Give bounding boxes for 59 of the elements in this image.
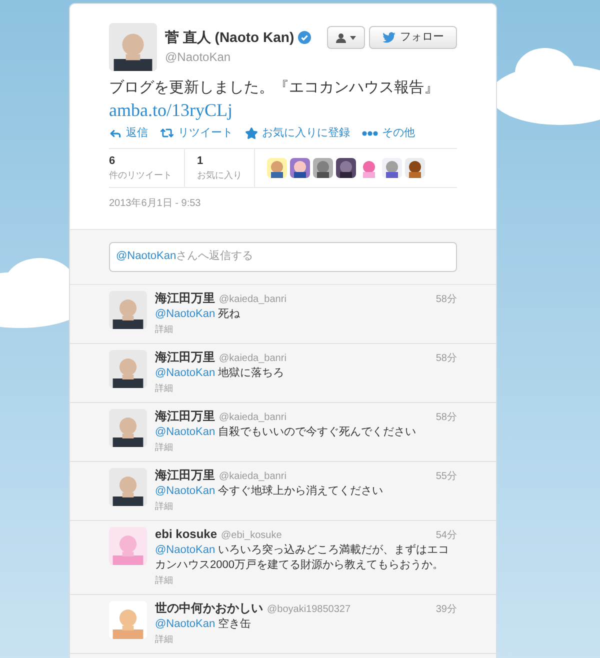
reply-author-name[interactable]: ebi kosuke <box>155 526 218 542</box>
reply-text: @NaotoKan 空き缶 <box>155 616 252 632</box>
reply-author-handle[interactable]: @ebi_kosuke <box>221 528 282 542</box>
reply-placeholder: さんへ返信する <box>176 249 254 264</box>
more-action[interactable]: その他 <box>362 125 415 142</box>
reply-author-handle[interactable]: @kaieda_banri <box>219 292 286 306</box>
mention-link[interactable]: @NaotoKan <box>155 544 216 556</box>
reply-author-name[interactable]: 海江田万里 <box>155 350 215 364</box>
stat-label[interactable]: お気に入り <box>197 168 242 182</box>
stat-count[interactable]: 6 <box>109 154 172 168</box>
reply-author-name[interactable]: 海江田万里 <box>155 290 215 306</box>
mention-link[interactable]: @NaotoKan <box>155 484 216 496</box>
mention-link[interactable]: @NaotoKan <box>155 308 216 320</box>
mention-link[interactable]: @NaotoKan <box>155 426 216 438</box>
more-icon <box>362 130 378 136</box>
details-link[interactable]: 詳細 <box>155 572 457 588</box>
details-link[interactable]: 詳細 <box>155 632 457 646</box>
reply-time[interactable]: 58分 <box>436 350 457 366</box>
reply-text: @NaotoKan 今すぐ地球上から消えてください <box>155 484 384 498</box>
reply-author-handle[interactable]: @kaieda_banri <box>219 350 286 366</box>
reply-time[interactable]: 58分 <box>436 292 457 306</box>
caret-icon <box>350 36 356 40</box>
reply-text: @NaotoKan 死ね <box>155 306 242 322</box>
details-link[interactable]: 詳細 <box>155 380 457 396</box>
reply-field[interactable]: @NaotoKanさんへ返信する <box>109 242 457 272</box>
mention-link[interactable]: @NaotoKan <box>116 248 176 265</box>
person-icon <box>336 32 346 42</box>
details-link[interactable]: 詳細 <box>155 440 457 454</box>
reply-text: @NaotoKan 地獄に落ちろ <box>155 366 286 380</box>
favorite-action[interactable]: お気に入りに登録 <box>245 125 350 142</box>
reply-time[interactable]: 39分 <box>436 602 457 616</box>
reply-author-handle[interactable]: @kaieda_banri <box>219 468 286 484</box>
stat-label[interactable]: 件のリツイート <box>109 168 172 182</box>
bird-icon <box>382 32 396 44</box>
user-menu-button[interactable] <box>327 26 365 49</box>
reply-text: @NaotoKan 自殺でもいいので今すぐ死んでください <box>155 424 418 440</box>
reply-author-name[interactable]: 海江田万里 <box>155 408 215 424</box>
reply-author-handle[interactable]: @kaieda_banri <box>219 410 286 424</box>
mention-link[interactable]: @NaotoKan <box>155 618 216 630</box>
details-link[interactable]: 詳細 <box>155 498 457 514</box>
reply-time[interactable]: 54分 <box>436 528 457 542</box>
reply-time[interactable]: 55分 <box>436 468 457 484</box>
reply-time[interactable]: 58分 <box>436 410 457 424</box>
details-link[interactable]: 詳細 <box>155 322 457 336</box>
mention-link[interactable]: @NaotoKan <box>155 366 216 378</box>
retweet-action[interactable]: リツイート <box>160 125 233 142</box>
follow-button[interactable]: フォロー <box>369 26 457 49</box>
reply-author-handle[interactable]: @boyaki19850327 <box>267 602 351 616</box>
tweet-link[interactable]: amba.to/13ryCLj <box>109 99 457 121</box>
reply-author-name[interactable]: 世の中何かおかしい <box>155 600 263 616</box>
stat-count[interactable]: 1 <box>197 154 242 168</box>
star-icon <box>245 126 258 140</box>
tweet-date: 2013年6月1日 - 9:53 <box>109 196 202 210</box>
reply-text: @NaotoKan いろいろ突っ込みどころ満載だが、まずはエコカンハウス2000万戸を建てる財源から教えてもらおうか。 <box>155 542 450 572</box>
author-name[interactable]: 菅 直人 (Naoto Kan) <box>165 27 294 48</box>
author-handle[interactable]: @NaotoKan <box>165 48 327 66</box>
reply-action[interactable]: 返信 <box>109 125 148 142</box>
reply-author-name[interactable]: 海江田万里 <box>155 468 215 482</box>
tweet-text: ブログを更新しました。『エコカンハウス報告』 <box>109 78 440 98</box>
